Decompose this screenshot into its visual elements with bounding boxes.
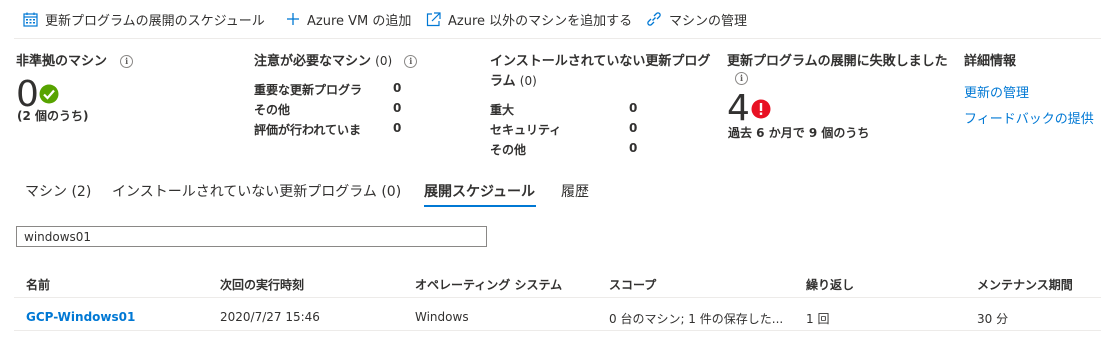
column-header-os[interactable]: オペレーティング システム [415,276,562,293]
details-title: 詳細情報 [964,54,1017,69]
tab-history[interactable]: 履歴 [561,181,589,201]
provide-feedback-link[interactable]: フィードバックの提供 [964,108,1094,127]
attention-row-label: 重要な更新プログラ [254,83,363,97]
table-header-divider [14,297,1101,298]
missing-row-label: セキュリティ [490,123,562,137]
noncompliant-section: 非準拠のマシン i [16,50,134,69]
manage-machines-button[interactable]: マシンの管理 [646,8,747,30]
missing-row-label: 重大 [490,103,515,117]
plus-icon [287,13,299,25]
noncompliant-title: 非準拠のマシン [16,54,108,69]
external-link-icon [426,11,441,26]
attention-row-label: その他 [254,103,291,117]
active-tab-indicator [424,205,536,207]
missing-updates-title-cont: ラム [490,74,516,89]
noncompliant-subtext: (2 個のうち) [17,109,89,123]
manage-machines-label: マシンの管理 [669,13,748,29]
missing-updates-title-line2: ラム (0) [490,70,537,89]
add-non-azure-machine-label: Azure 以外のマシンを追加する [448,13,633,29]
add-azure-vm-button[interactable]: Azure VM の追加 [286,8,411,30]
missing-row-label: その他 [490,143,527,157]
search-input[interactable] [16,226,487,247]
column-header-name[interactable]: 名前 [26,276,50,293]
missing-row-value: 0 [629,101,638,115]
schedule-deployment-button[interactable]: 更新プログラムの展開のスケジュール [23,8,265,30]
tab-machines[interactable]: マシン (2) [25,181,91,201]
failed-deployments-title: 更新プログラムの展開に失敗しました [727,54,948,69]
table-row-divider [14,330,1101,331]
missing-row-value: 0 [629,121,638,135]
attention-count: (0) [375,54,393,68]
column-header-maintenance-window[interactable]: メンテナンス期間 [977,276,1073,293]
next-run-cell: 2020/7/27 15:46 [220,310,320,324]
missing-updates-count: (0) [519,74,537,88]
attention-section: 注意が必要なマシン (0) i [254,50,418,69]
tab-missing-updates[interactable]: インストールされていない更新プログラム (0) [112,181,401,201]
attention-row-label: 評価が行われていま [254,123,362,137]
link-icon [647,12,661,26]
maintenance-window-cell: 30 分 [977,312,1009,326]
schedule-name-link[interactable]: GCP-Windows01 [26,310,135,324]
scope-cell: 0 台のマシン; 1 件の保存した... [609,312,784,326]
calendar-icon [23,12,38,27]
error-icon [751,99,771,119]
attention-row-value: 0 [393,101,402,115]
add-non-azure-machine-button[interactable]: Azure 以外のマシンを追加する [426,8,632,30]
tab-deployment-schedule[interactable]: 展開スケジュール [424,181,535,201]
column-header-scope[interactable]: スコープ [609,276,656,293]
attention-row-value: 0 [393,121,402,135]
os-cell: Windows [415,310,469,324]
recurrence-cell: 1 回 [806,312,830,326]
failed-deployments-subtext: 過去 6 か月で 9 個のうち [728,126,870,140]
missing-row-value: 0 [629,141,638,155]
attention-row-value: 0 [393,81,402,95]
info-icon[interactable]: i [120,55,134,68]
failed-deployments-count: 4 [727,88,750,129]
missing-updates-title: インストールされていない更新プログ [490,54,711,69]
toolbar-divider [14,38,1101,39]
schedule-deployment-label: 更新プログラムの展開のスケジュール [45,13,265,29]
info-icon[interactable]: i [735,72,748,85]
success-check-icon [39,84,59,104]
column-header-next-run[interactable]: 次回の実行時刻 [220,276,304,293]
manage-updates-link[interactable]: 更新の管理 [964,82,1029,101]
attention-title: 注意が必要なマシン [254,54,372,69]
info-icon[interactable]: i [404,55,418,68]
column-header-recurrence[interactable]: 繰り返し [806,276,854,293]
add-azure-vm-label: Azure VM の追加 [307,13,412,29]
